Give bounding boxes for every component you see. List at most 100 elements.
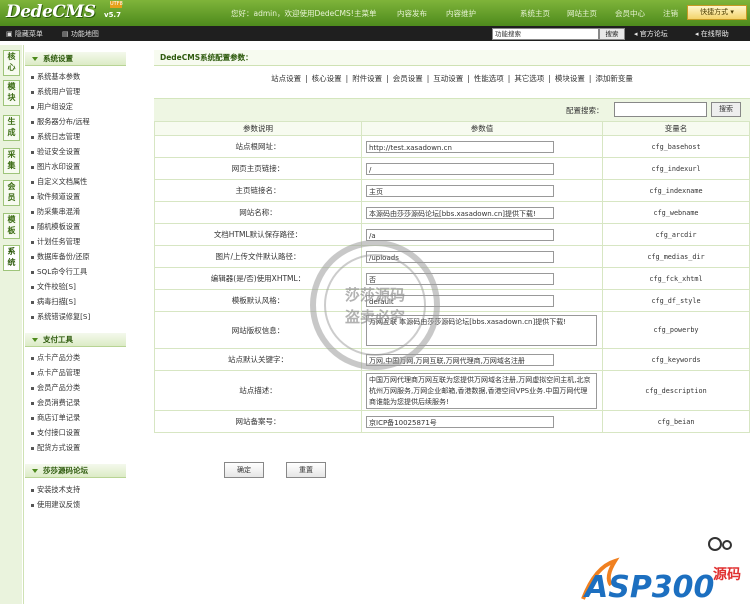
- sidebar-item-group1-1[interactable]: 系统用户管理: [31, 87, 80, 97]
- var-name: cfg_description: [602, 370, 750, 411]
- nav-member-center[interactable]: 会员中心: [615, 8, 645, 19]
- ok-button[interactable]: 确定: [224, 462, 264, 478]
- config-search-bar: 配置搜索： 搜索: [154, 98, 750, 122]
- table-row: 网站版权信息： 万网互联 本源码由莎莎源码论坛[bbs.xasadown.cn]提…: [154, 311, 750, 349]
- forum-link[interactable]: ◂ 官方论坛: [634, 29, 668, 39]
- sidebar-item-group3-0[interactable]: 安装技术支持: [31, 485, 80, 495]
- param-textarea[interactable]: 万网互联 本源码由莎莎源码论坛[bbs.xasadown.cn]提供下载!: [366, 314, 597, 346]
- param-input[interactable]: default: [366, 294, 554, 307]
- config-tab-0[interactable]: 站点设置: [269, 74, 303, 83]
- var-name: cfg_df_style: [602, 289, 750, 312]
- config-tab-2[interactable]: 附件设置: [350, 74, 384, 83]
- config-tab-7[interactable]: 模块设置: [553, 74, 587, 83]
- nav-system-home[interactable]: 系统主页: [520, 8, 550, 19]
- sidebar-item-group1-5[interactable]: 验证安全设置: [31, 147, 80, 157]
- sidebar-item-group2-5[interactable]: 支付接口设置: [31, 428, 80, 438]
- bullet-icon: [31, 270, 34, 274]
- sidebar-item-label: 数据库备份/还原: [37, 252, 90, 261]
- config-tab-8[interactable]: 添加新变量: [593, 74, 635, 83]
- param-input[interactable]: 否: [366, 272, 554, 285]
- table-row: 文档HTML默认保存路径： /a cfg_arcdir: [154, 223, 750, 246]
- param-input[interactable]: 主页: [366, 184, 554, 197]
- sidebar-item-label: 系统日志管理: [37, 132, 81, 141]
- sidebar-item-group1-14[interactable]: 文件校验[S]: [31, 282, 76, 292]
- vtab-member[interactable]: 会员: [3, 180, 20, 206]
- nav-content-publish[interactable]: 内容发布: [397, 8, 427, 19]
- sidebar-item-group1-15[interactable]: 病毒扫描[S]: [31, 297, 76, 307]
- help-label: 在线帮助: [700, 30, 729, 38]
- sidebar-item-group2-2[interactable]: 会员产品分类: [31, 383, 80, 393]
- table-row: 网站备案号： 京ICP备10025871号 cfg_beian: [154, 410, 750, 433]
- sidebar-group-payment-tools[interactable]: 支付工具: [25, 333, 126, 347]
- sidebar-item-group1-13[interactable]: SQL命令行工具: [31, 267, 87, 277]
- sidebar-item-label: 文件校验[S]: [37, 282, 76, 291]
- sidebar-group-system-settings[interactable]: 系统设置: [25, 52, 126, 66]
- reset-button[interactable]: 重置: [286, 462, 326, 478]
- sidebar-item-group2-4[interactable]: 商店订单记录: [31, 413, 80, 423]
- sidebar-item-group1-7[interactable]: 自定义文档属性: [31, 177, 87, 187]
- var-name: cfg_fck_xhtml: [602, 267, 750, 290]
- param-input[interactable]: /a: [366, 228, 554, 241]
- func-map-link[interactable]: ▤ 功能地图: [62, 29, 99, 39]
- sidebar-item-group1-9[interactable]: 防采集串混淆: [31, 207, 80, 217]
- config-search-button[interactable]: 搜索: [711, 102, 741, 117]
- table-row: 站点描述： 中国万网代理商万网互联为您提供万网域名注册,万网虚拟空间主机,北京杭州…: [154, 370, 750, 411]
- sidebar-item-group2-0[interactable]: 点卡产品分类: [31, 353, 80, 363]
- sidebar-item-group2-3[interactable]: 会员消费记录: [31, 398, 80, 408]
- param-input[interactable]: http://test.xasadown.cn: [366, 140, 554, 153]
- bullet-icon: [31, 180, 34, 184]
- config-tab-1[interactable]: 核心设置: [310, 74, 344, 83]
- dedecms-logo[interactable]: DedeCMS: [6, 2, 96, 24]
- var-name: cfg_beian: [602, 410, 750, 433]
- func-search-input[interactable]: 功能搜索: [492, 28, 599, 40]
- sidebar-item-group1-11[interactable]: 计划任务管理: [31, 237, 80, 247]
- sidebar-item-group1-12[interactable]: 数据库备份/还原: [31, 252, 90, 262]
- var-name: cfg_indexname: [602, 179, 750, 202]
- vtab-template[interactable]: 模板: [3, 213, 20, 239]
- config-tab-6[interactable]: 其它选项: [512, 74, 546, 83]
- config-search-input[interactable]: [614, 102, 707, 117]
- param-input[interactable]: /: [366, 162, 554, 175]
- config-tab-5[interactable]: 性能选项: [472, 74, 506, 83]
- sidebar-item-label: 随机模板设置: [37, 222, 81, 231]
- var-name: cfg_arcdir: [602, 223, 750, 246]
- vtab-collect[interactable]: 采集: [3, 148, 20, 174]
- sidebar-item-group3-1[interactable]: 使用建议反馈: [31, 500, 80, 510]
- sidebar-item-label: 用户组设定: [37, 102, 73, 111]
- param-input[interactable]: 万网,中国万网,万网互联,万网代理商,万网域名注册: [366, 353, 554, 366]
- config-tab-4[interactable]: 互动设置: [431, 74, 465, 83]
- param-input[interactable]: 本源码由莎莎源码论坛[bbs.xasadown.cn]提供下载!: [366, 206, 554, 219]
- quick-menu-button[interactable]: 快捷方式 ▾: [687, 5, 747, 20]
- param-input[interactable]: /uploads: [366, 250, 554, 263]
- param-textarea[interactable]: 中国万网代理商万网互联为您提供万网域名注册,万网虚拟空间主机,北京杭州万网服务,…: [366, 372, 597, 409]
- sidebar-group-forum[interactable]: 莎莎源码论坛: [25, 464, 126, 478]
- help-link[interactable]: ◂ 在线帮助: [695, 29, 729, 39]
- config-tab-3[interactable]: 会员设置: [391, 74, 425, 83]
- nav-main-menu[interactable]: 主菜单: [354, 8, 377, 19]
- sidebar-item-group2-6[interactable]: 配货方式设置: [31, 443, 80, 453]
- param-value-cell: http://test.xasadown.cn: [361, 135, 603, 158]
- var-name: cfg_keywords: [602, 348, 750, 371]
- nav-site-home[interactable]: 网站主页: [567, 8, 597, 19]
- sidebar-item-group1-8[interactable]: 软件频道设置: [31, 192, 80, 202]
- bullet-icon: [31, 105, 34, 109]
- sidebar-item-group1-10[interactable]: 随机模板设置: [31, 222, 80, 232]
- func-search-button[interactable]: 搜索: [599, 28, 625, 40]
- sidebar-item-label: SQL命令行工具: [37, 267, 88, 276]
- vtab-module[interactable]: 模块: [3, 80, 20, 106]
- param-input[interactable]: 京ICP备10025871号: [366, 415, 554, 428]
- sidebar-item-group2-1[interactable]: 点卡产品管理: [31, 368, 80, 378]
- nav-logout[interactable]: 注销: [663, 8, 678, 19]
- sidebar-item-label: 计划任务管理: [37, 237, 81, 246]
- sidebar-item-group1-3[interactable]: 服务器分布/远程: [31, 117, 90, 127]
- vtab-core[interactable]: 核心: [3, 50, 20, 76]
- hide-menu-link[interactable]: ▣ 隐藏菜单: [6, 29, 43, 39]
- nav-content-maintain[interactable]: 内容维护: [446, 8, 476, 19]
- sidebar-item-group1-16[interactable]: 系统错误修复[S]: [31, 312, 90, 322]
- sidebar-item-group1-4[interactable]: 系统日志管理: [31, 132, 80, 142]
- sidebar-item-group1-0[interactable]: 系统基本参数: [31, 72, 80, 82]
- vtab-generate[interactable]: 生成: [3, 115, 20, 141]
- vtab-system[interactable]: 系统: [3, 245, 20, 271]
- sidebar-item-group1-6[interactable]: 图片水印设置: [31, 162, 80, 172]
- sidebar-item-group1-2[interactable]: 用户组设定: [31, 102, 73, 112]
